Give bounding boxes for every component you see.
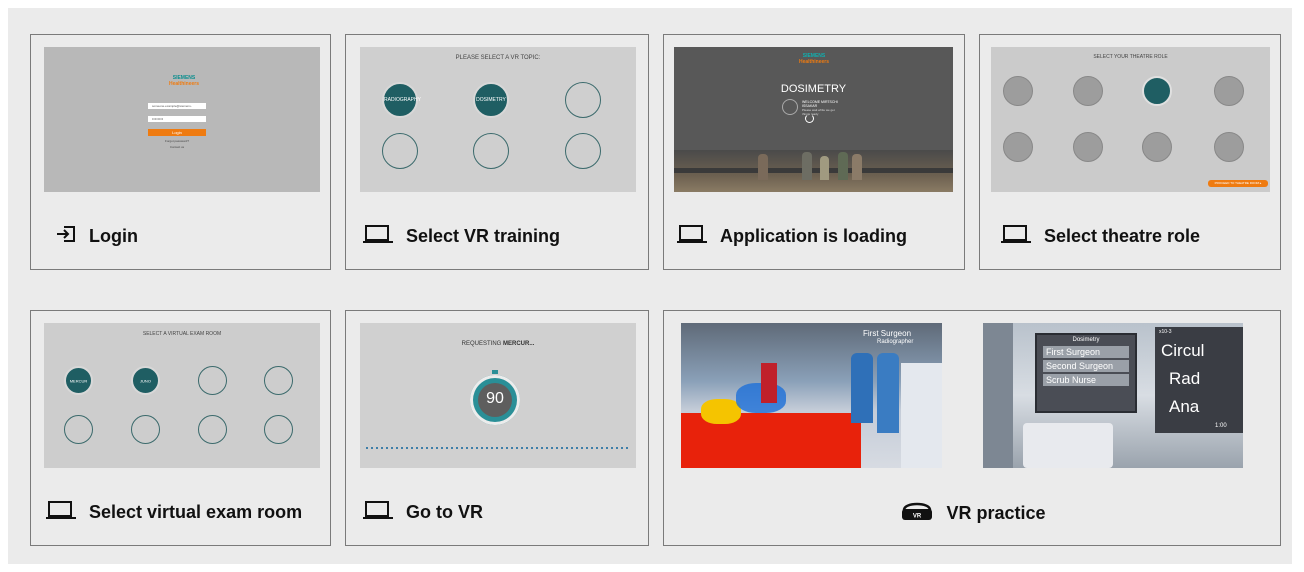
timer-value: 90	[486, 390, 504, 407]
room-empty[interactable]	[64, 415, 93, 444]
dose-chart-panel: x10-3 Circul Rad Ana 1:00	[1155, 327, 1243, 433]
caption-login: Login	[55, 224, 138, 249]
caption-text: Login	[89, 226, 138, 246]
role-option[interactable]	[1073, 132, 1103, 162]
role-option[interactable]	[1214, 132, 1244, 162]
role-option[interactable]	[1214, 76, 1244, 106]
axis-value: 1:00	[1215, 423, 1227, 429]
chart-word: Ana	[1169, 397, 1200, 416]
scene-label-b: Radiographer	[877, 339, 914, 345]
role-item: Scrub Nurse	[1043, 374, 1129, 386]
role-option[interactable]	[1003, 76, 1033, 106]
topic-empty[interactable]	[565, 133, 601, 169]
axis-label: x10-3	[1159, 329, 1172, 335]
caption-text: Select theatre role	[1044, 226, 1201, 246]
laptop-icon	[362, 224, 394, 249]
login-icon	[55, 224, 77, 249]
caption-text: Application is loading	[720, 226, 908, 246]
requesting-name: MERCUR...	[503, 341, 535, 347]
caption-loading: Application is loading	[676, 224, 907, 249]
brand-logo: SIEMENS Healthineers	[164, 75, 204, 87]
laptop-icon	[45, 500, 77, 525]
theatre-screenshot: SELECT YOUR THEATRE ROLE PROCEED TO THEA…	[991, 47, 1270, 192]
role-option[interactable]	[1142, 132, 1172, 162]
brand-sub: Healthineers	[168, 81, 199, 87]
caption-select-vr: Select VR training	[362, 224, 560, 249]
proceed-button[interactable]: PROCEED TO THEATRE ROOM ▸	[1208, 180, 1268, 187]
go-vr-screenshot: REQUESTING MERCUR... 90	[360, 323, 636, 468]
welcome-text: WELCOME MIRTSCHI ISSAKAR	[802, 100, 838, 108]
loading-logo: SIEMENS Healthineers	[794, 53, 834, 65]
chart-word: Circul	[1161, 341, 1205, 360]
room-empty[interactable]	[198, 366, 227, 395]
role-item: Second Surgeon	[1043, 360, 1129, 372]
contact-link[interactable]: Contact us	[148, 145, 206, 149]
waiting-room-scene	[674, 150, 953, 192]
room-empty[interactable]	[198, 415, 227, 444]
vr-scene-surgery: First Surgeon Radiographer	[681, 323, 942, 468]
dosimetry-panel: Dosimetry First Surgeon Second Surgeon S…	[1035, 333, 1137, 413]
spinner-icon	[805, 114, 814, 123]
card-theatre[interactable]: SELECT YOUR THEATRE ROLE PROCEED TO THEA…	[979, 34, 1281, 270]
card-select-vr[interactable]: PLEASE SELECT A VR TOPIC: RADIOGRAPHY DO…	[345, 34, 649, 270]
caption-text: Select VR training	[406, 226, 561, 246]
vr-scene-dosimetry: Dosimetry First Surgeon Second Surgeon S…	[983, 323, 1243, 468]
caption-text: Select virtual exam room	[89, 502, 303, 522]
card-go-vr[interactable]: REQUESTING MERCUR... 90 Go to VR	[345, 310, 649, 546]
panel-title: Dosimetry	[1072, 337, 1100, 343]
topic-dosimetry[interactable]: DOSIMETRY	[473, 82, 509, 118]
login-button[interactable]: Login	[148, 129, 206, 136]
laptop-icon	[1000, 224, 1032, 249]
brand-sub: Healthineers	[798, 59, 829, 65]
caption-vr-practice: VR VR practice	[664, 500, 1282, 527]
forgot-password-link[interactable]: Forgot password?	[148, 139, 206, 143]
card-vr-practice[interactable]: First Surgeon Radiographer Dosimetry Fir…	[663, 310, 1281, 546]
card-login[interactable]: SIEMENS Healthineers someone.example@sie…	[30, 34, 331, 270]
room-mercur[interactable]: MERCUR	[64, 366, 93, 395]
exam-room-screenshot: SELECT A VIRTUAL EXAM ROOM MERCUR JUNO	[44, 323, 320, 468]
room-empty[interactable]	[264, 366, 293, 395]
select-vr-screenshot: PLEASE SELECT A VR TOPIC: RADIOGRAPHY DO…	[360, 47, 636, 192]
card-exam-room[interactable]: SELECT A VIRTUAL EXAM ROOM MERCUR JUNO S…	[30, 310, 331, 546]
caption-go-vr: Go to VR	[362, 500, 483, 525]
room-juno[interactable]: JUNO	[131, 366, 160, 395]
caption-theatre: Select theatre role	[1000, 224, 1200, 249]
topic-empty[interactable]	[565, 82, 601, 118]
screen-title: SELECT YOUR THEATRE ROLE	[1093, 54, 1168, 60]
loading-heading: DOSIMETRY	[780, 83, 847, 95]
room-empty[interactable]	[131, 415, 160, 444]
progress-dots	[366, 447, 630, 449]
role-option-selected[interactable]	[1142, 76, 1172, 106]
card-loading[interactable]: SIEMENS Healthineers DOSIMETRY WELCOME M…	[663, 34, 965, 270]
requesting-prefix: REQUESTING	[461, 341, 502, 347]
avatar	[782, 99, 798, 115]
caption-exam-room: Select virtual exam room	[45, 500, 302, 525]
svg-text:VR: VR	[913, 514, 922, 520]
scene-label-a: First Surgeon	[863, 329, 912, 338]
email-field[interactable]: someone.example@siemens-healthineers.com	[148, 103, 206, 109]
caption-text: Go to VR	[406, 502, 483, 522]
login-screenshot: SIEMENS Healthineers someone.example@sie…	[44, 47, 320, 192]
screen-title: SELECT A VIRTUAL EXAM ROOM	[142, 331, 222, 337]
laptop-icon	[676, 224, 708, 249]
vr-headset-icon: VR	[900, 500, 934, 527]
countdown-timer: 90	[470, 370, 520, 425]
requesting-title: REQUESTING MERCUR...	[360, 341, 636, 347]
password-field[interactable]: ••••••••	[148, 116, 206, 122]
topic-radiography[interactable]: RADIOGRAPHY	[382, 82, 421, 118]
role-option[interactable]	[1073, 76, 1103, 106]
role-option[interactable]	[1003, 132, 1033, 162]
topic-empty[interactable]	[382, 133, 418, 169]
chart-word: Rad	[1169, 369, 1201, 388]
topic-empty[interactable]	[473, 133, 509, 169]
loading-screenshot: SIEMENS Healthineers DOSIMETRY WELCOME M…	[674, 47, 953, 192]
caption-text: VR practice	[946, 503, 1046, 523]
screen-title: PLEASE SELECT A VR TOPIC:	[455, 55, 541, 61]
room-empty[interactable]	[264, 415, 293, 444]
role-item: First Surgeon	[1043, 346, 1129, 358]
laptop-icon	[362, 500, 394, 525]
